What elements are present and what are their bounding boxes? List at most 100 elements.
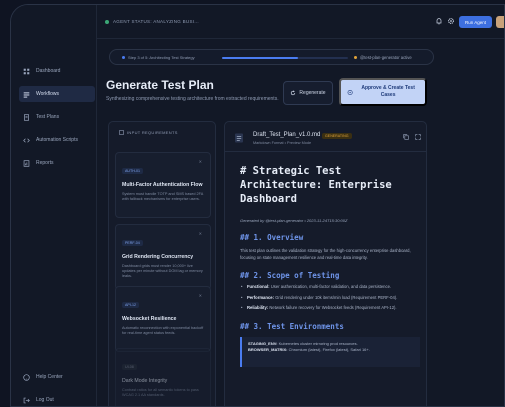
generated-by: Generated by @test-plan-generator • 2023…: [240, 218, 348, 223]
requirement-tag: UI-08: [122, 364, 137, 370]
document-preview-panel: Draft_Test_Plan_v1.0.md GENERATING Markd…: [224, 121, 427, 406]
env-term: STAGING_ENV:: [248, 340, 278, 346]
sidebar: Dashboard Workflows Test Plans Automatio…: [11, 5, 97, 406]
requirement-card[interactable]: PERF-04 ✕ Grid Rendering Concurrency Das…: [115, 224, 211, 290]
avatar[interactable]: [496, 16, 504, 28]
list-term: Reliability:: [247, 305, 269, 310]
approve-label: Approve & Create Test Cases: [361, 85, 415, 98]
file-icon: [235, 133, 243, 143]
page-subtitle: Synthesizing comprehensive testing archi…: [106, 96, 279, 102]
list-item: Performance: Grid rendering under 10k it…: [240, 295, 420, 302]
sidebar-item-label: Dashboard: [36, 68, 61, 74]
section-heading: ## 2. Scope of Testing: [240, 271, 340, 280]
env-line: BROWSER_MATRIX: Chromium (latest), Firef…: [248, 347, 414, 354]
page-title: Generate Test Plan: [106, 78, 214, 92]
requirement-tag: AUTH-01: [122, 168, 143, 174]
bell-icon[interactable]: [435, 17, 443, 25]
environment-block: STAGING_ENV: Kubernetes cluster mirrorin…: [240, 336, 420, 367]
code-icon: [23, 138, 30, 142]
agent-dot-icon: [354, 56, 357, 59]
requirements-panel: INPUT REQUIREMENTS AUTH-01 ✕ Multi-Facto…: [108, 121, 216, 406]
requirement-title: Multi-Factor Authentication Flow: [122, 182, 203, 188]
requirement-description: Contrast ratios for all semantic tokens …: [122, 388, 199, 397]
app-window: Dashboard Workflows Test Plans Automatio…: [10, 4, 505, 407]
document-icon: [24, 113, 29, 121]
requirements-heading-text: INPUT REQUIREMENTS: [127, 130, 178, 135]
requirement-description: System must handle TOTP and SMS based 2F…: [122, 192, 204, 201]
regenerate-label: Regenerate: [299, 90, 326, 96]
step-indicator: Step 3 of 5: Architecting Test Strategy: [122, 55, 195, 60]
progress-fill: [222, 57, 298, 59]
sidebar-item-workflows[interactable]: Workflows: [19, 86, 95, 102]
active-agent: @test-plan-generator active: [354, 55, 412, 60]
sidebar-item-label: Workflows: [36, 91, 59, 97]
step-dot-icon: [122, 56, 125, 59]
sidebar-item-dashboard[interactable]: Dashboard: [19, 63, 95, 79]
remove-icon[interactable]: ✕: [199, 231, 202, 236]
regenerate-button[interactable]: Regenerate: [283, 81, 333, 105]
section-heading: ## 1. Overview: [240, 233, 304, 242]
list-text: Network failure recovery for Websocket f…: [268, 305, 397, 310]
document-body: # Strategic Test Architecture: Enterpris…: [240, 164, 420, 367]
status-dot-icon: [105, 19, 109, 24]
document-h1: # Strategic Test Architecture: Enterpris…: [240, 165, 392, 205]
status-badge: GENERATING: [322, 133, 352, 139]
requirement-title: Dark Mode Integrity: [122, 378, 168, 384]
sidebar-item-test-plans[interactable]: Test Plans: [19, 109, 95, 125]
help-icon: [23, 373, 30, 381]
sidebar-item-label: Test Plans: [36, 114, 60, 120]
step-progress-bar: Step 3 of 5: Architecting Test Strategy …: [109, 49, 434, 65]
requirements-heading: INPUT REQUIREMENTS: [119, 130, 178, 135]
requirement-tag: API-12: [122, 302, 139, 308]
sparkle-icon: [347, 89, 353, 95]
requirement-description: Dashboard grids must render 10,000+ live…: [122, 264, 203, 278]
step-text: Step 3 of 5: Architecting Test Strategy: [128, 55, 195, 60]
sidebar-item-automation-scripts[interactable]: Automation Scripts: [19, 132, 95, 148]
report-icon: [23, 159, 30, 167]
section-heading: ## 3. Test Environments: [240, 321, 344, 331]
env-text: Kubernetes cluster mirroring prod resour…: [277, 340, 358, 346]
expand-icon[interactable]: [415, 134, 421, 140]
progress-track: [222, 57, 348, 59]
sidebar-item-reports[interactable]: Reports: [19, 155, 95, 171]
env-text: Chromium (latest), Firefox (latest), Saf…: [287, 347, 370, 352]
list-text: Grid rendering under 10k items/min load …: [274, 294, 398, 300]
remove-icon[interactable]: ✕: [199, 293, 202, 298]
list-text: User authentication, multi-factor valida…: [269, 284, 392, 289]
requirement-title: Websocket Resilience: [122, 316, 177, 322]
document-header: Draft_Test_Plan_v1.0.md GENERATING Markd…: [225, 122, 426, 152]
workflow-icon: [23, 91, 30, 98]
document-actions: [403, 134, 421, 140]
sidebar-item-label: Help Center: [36, 374, 63, 380]
list-term: Functional:: [247, 284, 270, 289]
gear-icon[interactable]: [447, 17, 455, 25]
list-icon: [119, 130, 124, 135]
requirement-card[interactable]: API-12 ✕ Websocket Resilience Automatic …: [115, 286, 211, 352]
sidebar-item-label: Reports: [36, 160, 54, 166]
document-filename: Draft_Test_Plan_v1.0.md: [253, 132, 321, 138]
requirement-card[interactable]: UI-08 Dark Mode Integrity Contrast ratio…: [115, 348, 211, 406]
run-agent-button[interactable]: Run Agent: [459, 16, 492, 28]
list-item: Reliability: Network failure recovery fo…: [240, 305, 420, 312]
topbar-icons: [435, 17, 455, 25]
active-agent-text: @test-plan-generator active: [360, 55, 412, 60]
agent-status: AGENT STATUS: ANALYZING BUSI...: [105, 19, 199, 24]
sidebar-item-help-center[interactable]: Help Center: [19, 369, 95, 385]
agent-status-text: AGENT STATUS: ANALYZING BUSI...: [113, 19, 199, 24]
document-meta: Markdown Format • Preview Mode: [253, 141, 312, 145]
section-paragraph: This test plan outlines the validation s…: [240, 248, 411, 260]
list-item: Functional: User authentication, multi-f…: [240, 284, 420, 291]
copy-icon[interactable]: [403, 134, 409, 140]
refresh-icon: [291, 90, 296, 96]
sidebar-item-log-out[interactable]: Log Out: [19, 392, 95, 406]
remove-icon[interactable]: ✕: [199, 159, 202, 164]
list-term: Performance:: [247, 294, 274, 300]
requirement-card[interactable]: AUTH-01 ✕ Multi-Factor Authentication Fl…: [115, 152, 211, 218]
logout-icon: [23, 397, 30, 403]
grid-icon: [23, 68, 30, 74]
approve-button[interactable]: Approve & Create Test Cases: [339, 78, 427, 106]
sidebar-item-label: Log Out: [36, 397, 54, 403]
sidebar-nav: Dashboard Workflows Test Plans Automatio…: [19, 63, 95, 178]
requirement-tag: PERF-04: [122, 240, 143, 246]
requirement-description: Automatic reconnection with exponential …: [122, 326, 204, 335]
